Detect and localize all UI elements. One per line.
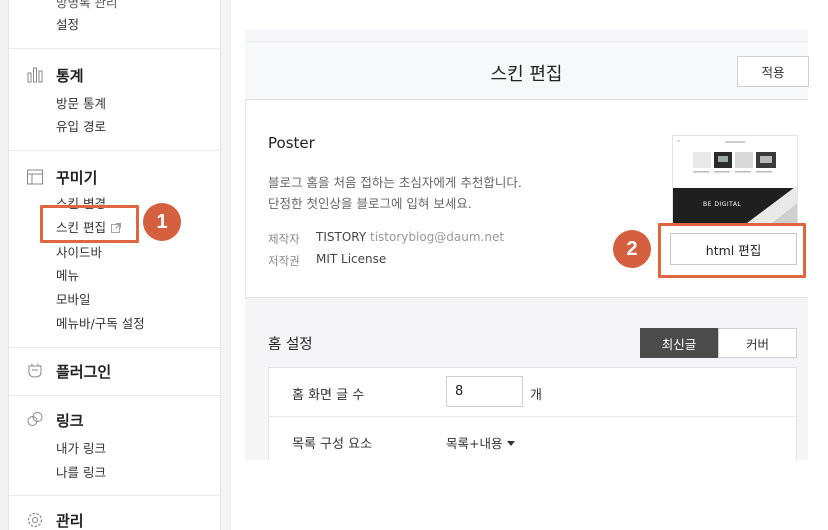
sidebar-item-menu[interactable]: 메뉴 [56, 265, 79, 284]
panel-top-bar [245, 30, 808, 42]
license-label: 저작권 [268, 254, 300, 268]
sidebar-divider [9, 347, 221, 348]
sidebar-section-plugin[interactable]: 플러그인 [56, 361, 111, 382]
sidebar-section-stats[interactable]: 통계 [56, 65, 84, 86]
skin-description-line2: 단정한 첫인상을 블로그에 입혀 보세요. [268, 196, 472, 211]
tab-latest-posts[interactable]: 최신글 [640, 328, 718, 358]
sidebar-divider [9, 395, 221, 396]
plugin-icon [28, 363, 42, 378]
post-count-label: 홈 화면 글 수 [292, 388, 365, 403]
sidebar-item-referrer[interactable]: 유입 경로 [56, 116, 106, 135]
home-settings-title: 홈 설정 [268, 337, 313, 353]
sidebar-item-menubar[interactable]: 메뉴바/구독 설정 [56, 313, 145, 332]
apply-button[interactable]: 적용 [737, 56, 809, 87]
list-components-value: 목록+내용 [446, 436, 503, 451]
link-icon [27, 412, 43, 426]
page-title: 스킨 편집 [490, 64, 563, 85]
left-edge [0, 0, 8, 530]
sidebar-item-guestbook[interactable]: 방명록 관리 [56, 0, 117, 11]
gear-icon [27, 512, 43, 528]
sidebar-item-links-to-me[interactable]: 나를 링크 [56, 462, 106, 481]
sidebar-section-decorate[interactable]: 꾸미기 [56, 167, 97, 188]
gutter [221, 0, 231, 530]
post-count-input[interactable]: 8 [446, 376, 523, 407]
sidebar-item-my-links[interactable]: 내가 링크 [56, 438, 106, 457]
skin-name: Poster [268, 134, 315, 152]
maker-name: TISTORY [316, 230, 367, 244]
maker-email: tistoryblog@daum.net [370, 230, 505, 244]
thumbnail-caption: BE DIGITAL [703, 201, 741, 208]
layout-icon [27, 169, 43, 185]
row-divider [269, 416, 797, 417]
chevron-down-icon [507, 441, 516, 446]
step-badge-2: 2 [613, 230, 651, 268]
sidebar-section-manage[interactable]: 관리 [56, 510, 84, 530]
sidebar-divider [9, 150, 221, 151]
maker-value: TISTORY tistoryblog@daum.net [316, 230, 504, 244]
skin-thumbnail: BE DIGITAL [672, 135, 798, 225]
tab-cover[interactable]: 커버 [718, 328, 797, 358]
list-components-dropdown[interactable]: 목록+내용 [446, 433, 516, 452]
sidebar: 방명록 관리 설정 통계 방문 통계 유입 경로 꾸미기 스킨 변경 스킨 편집… [8, 0, 221, 530]
sidebar-section-link[interactable]: 링크 [56, 410, 84, 431]
sidebar-divider [9, 48, 221, 49]
list-components-label: 목록 구성 요소 [292, 437, 373, 452]
highlight-skin-edit [40, 205, 139, 243]
sidebar-item-settings[interactable]: 설정 [56, 14, 79, 33]
skin-thumbnail-graphic: BE DIGITAL [673, 136, 797, 224]
post-count-unit: 개 [530, 388, 542, 403]
app-root: 방명록 관리 설정 통계 방문 통계 유입 경로 꾸미기 스킨 변경 스킨 편집… [0, 0, 828, 530]
panel-header: 스킨 편집 적용 [245, 42, 809, 100]
sidebar-divider [9, 495, 221, 496]
skin-description-line1: 블로그 홈을 처음 접하는 초심자에게 추천합니다. [268, 175, 522, 190]
sidebar-item-mobile[interactable]: 모바일 [56, 289, 91, 308]
step-badge-1: 1 [143, 203, 181, 241]
maker-label: 제작자 [268, 232, 300, 246]
bar-chart-icon [27, 67, 43, 83]
highlight-html-edit [658, 223, 806, 278]
license-value: MIT License [316, 252, 387, 266]
sidebar-item-sidebar[interactable]: 사이드바 [56, 242, 102, 261]
sidebar-item-visit-stats[interactable]: 방문 통계 [56, 93, 106, 112]
